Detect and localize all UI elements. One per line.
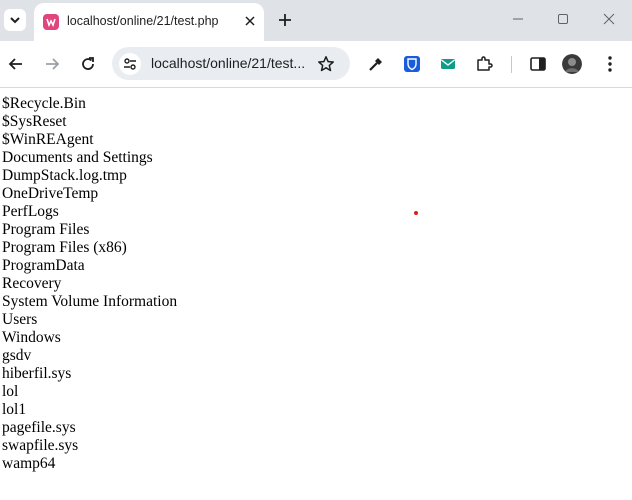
list-item: hiberfil.sys: [2, 365, 72, 382]
list-item: PerfLogs: [2, 203, 59, 220]
profile-avatar[interactable]: [562, 54, 582, 74]
list-item: Windows: [2, 329, 61, 346]
tune-icon: [124, 58, 136, 70]
arrow-right-icon: [46, 58, 60, 70]
browser-toolbar: localhost/online/21/test...: [0, 41, 632, 88]
tab-search-button[interactable]: [4, 9, 26, 31]
tab-title: localhost/online/21/test.php: [67, 14, 219, 28]
list-item: $SysReset: [2, 113, 67, 130]
list-item: OneDriveTemp: [2, 185, 99, 202]
active-tab[interactable]: localhost/online/21/test.php: [34, 3, 264, 41]
browser-menu-button[interactable]: [600, 54, 620, 74]
reload-button[interactable]: [78, 54, 98, 74]
address-bar[interactable]: localhost/online/21/test...: [112, 47, 350, 80]
toolbar-divider: [511, 56, 512, 73]
arrow-left-icon: [8, 58, 22, 70]
window-close-button[interactable]: [601, 11, 617, 27]
cursor-marker-dot: [414, 211, 418, 215]
list-item: $WinREAgent: [2, 131, 94, 148]
maximize-icon: [558, 14, 568, 24]
star-icon: [318, 56, 334, 72]
plus-icon: [279, 14, 291, 26]
list-item: ProgramData: [2, 257, 85, 274]
list-item: $Recycle.Bin: [2, 95, 86, 112]
eyedropper-extension-button[interactable]: [366, 54, 386, 74]
close-icon: [245, 16, 255, 26]
list-item: lol1: [2, 401, 27, 418]
side-panel-button[interactable]: [528, 54, 548, 74]
list-item: pagefile.sys: [2, 419, 76, 436]
bookmark-button[interactable]: [316, 54, 336, 74]
list-item: Recovery: [2, 275, 62, 292]
extensions-button[interactable]: [474, 54, 494, 74]
forward-button[interactable]: [42, 54, 62, 74]
minimize-icon: [513, 18, 523, 20]
bitwarden-extension-button[interactable]: [402, 54, 422, 74]
list-item: Documents and Settings: [2, 149, 153, 166]
back-button[interactable]: [6, 54, 26, 74]
new-tab-button[interactable]: [276, 11, 294, 29]
close-icon: [603, 13, 615, 25]
shield-icon: [404, 56, 420, 72]
list-item: Program Files (x86): [2, 239, 127, 256]
list-item: Program Files: [2, 221, 90, 238]
puzzle-icon: [477, 56, 493, 71]
tab-strip: localhost/online/21/test.php: [0, 0, 632, 41]
mail-icon: [441, 59, 455, 69]
list-item: wamp64: [2, 455, 56, 472]
list-item: gsdv: [2, 347, 32, 364]
list-item: DumpStack.log.tmp: [2, 167, 127, 184]
site-favicon-icon: [43, 14, 59, 30]
maximize-button[interactable]: [555, 11, 571, 27]
tab-close-button[interactable]: [242, 13, 258, 29]
list-item: Users: [2, 311, 38, 328]
site-info-button[interactable]: [119, 53, 141, 75]
avatar-icon: [562, 54, 582, 74]
list-item: System Volume Information: [2, 293, 178, 310]
list-item: swapfile.sys: [2, 437, 79, 454]
minimize-button[interactable]: [510, 11, 526, 27]
more-vertical-icon: [608, 56, 612, 72]
directory-listing: $Recycle.Bin $SysReset $WinREAgent Docum…: [2, 95, 622, 473]
chevron-down-icon: [10, 17, 20, 24]
mail-extension-button[interactable]: [438, 54, 458, 74]
list-item: lol: [2, 383, 19, 400]
side-panel-icon: [530, 57, 546, 71]
eyedropper-icon: [369, 58, 382, 71]
url-text[interactable]: localhost/online/21/test...: [151, 55, 305, 71]
reload-icon: [82, 57, 94, 70]
